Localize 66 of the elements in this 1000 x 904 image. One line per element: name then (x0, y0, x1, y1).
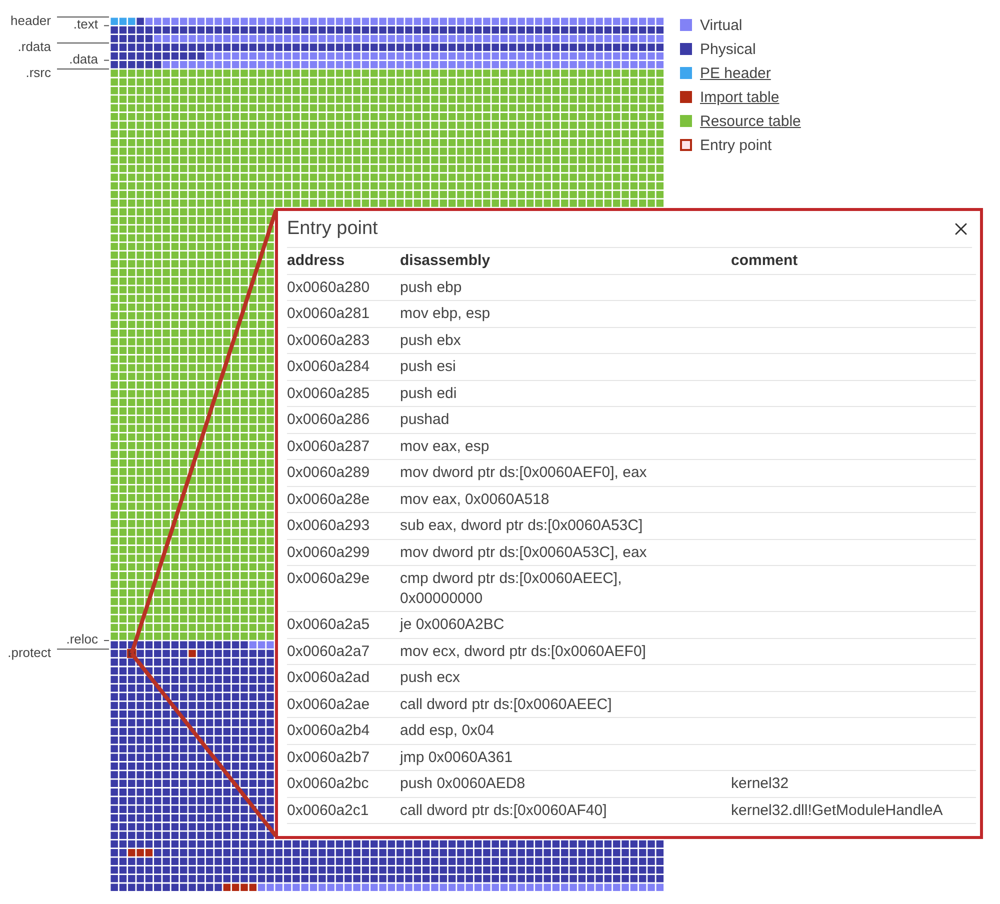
section-label: .reloc (66, 632, 98, 647)
disassembly-cell: cmp dword ptr ds:[0x0060AEEC], 0x00000000 (400, 566, 731, 612)
disassembly-cell: jmp 0x0060A361 (400, 744, 731, 770)
disassembly-cell: mov ecx, dword ptr ds:[0x0060AEF0] (400, 638, 731, 664)
address-cell: 0x0060a280 (287, 274, 400, 300)
section-label: .rsrc (26, 64, 51, 80)
address-cell: 0x0060a28e (287, 486, 400, 512)
disassembly-cell: call dword ptr ds:[0x0060AF40] (400, 797, 731, 824)
address-cell: 0x0060a2a5 (287, 612, 400, 638)
address-cell: 0x0060a2ad (287, 664, 400, 691)
disassembly-cell: sub eax, dword ptr ds:[0x0060A53C] (400, 512, 731, 539)
leader-line (56, 42, 110, 44)
address-cell: 0x0060a299 (287, 539, 400, 566)
legend-label: Virtual (700, 16, 742, 34)
section-label: .text (73, 16, 98, 32)
address-cell: 0x0060a285 (287, 380, 400, 406)
address-cell: 0x0060a293 (287, 512, 400, 539)
disassembly-cell: je 0x0060A2BC (400, 612, 731, 638)
address-cell: 0x0060a2b7 (287, 744, 400, 770)
legend-label: Physical (700, 40, 756, 58)
disassembly-cell: push ebx (400, 327, 731, 354)
address-cell: 0x0060a287 (287, 433, 400, 460)
popup-title: Entry point (287, 218, 378, 240)
address-cell: 0x0060a284 (287, 354, 400, 380)
legend-link[interactable]: PE header (700, 64, 771, 82)
comment-cell: kernel32 (731, 770, 976, 797)
leader-line (104, 640, 110, 642)
address-cell: 0x0060a2ae (287, 691, 400, 718)
disassembly-cell: add esp, 0x04 (400, 718, 731, 744)
disassembly-cell: push edi (400, 380, 731, 406)
disassembly-cell: push ebp (400, 274, 731, 300)
legend-link[interactable]: Import table (700, 88, 780, 106)
leader-line (56, 68, 110, 70)
disassembly-cell: mov dword ptr ds:[0x0060A53C], eax (400, 539, 731, 566)
address-cell: 0x0060a289 (287, 460, 400, 486)
disassembly-cell: mov ebp, esp (400, 300, 731, 327)
address-cell: 0x0060a2b4 (287, 718, 400, 744)
leader-line (56, 648, 110, 650)
disassembly-cell: push ecx (400, 664, 731, 691)
section-label: .protect (8, 645, 51, 660)
address-cell: 0x0060a2bc (287, 770, 400, 797)
section-label: header (10, 13, 51, 28)
leader-line (104, 60, 110, 61)
address-cell: 0x0060a281 (287, 300, 400, 327)
disassembly-cell: push esi (400, 354, 731, 380)
comment-cell: kernel32.dll!GetModuleHandleA (731, 797, 976, 824)
address-cell: 0x0060a283 (287, 327, 400, 354)
disassembly-cell: push 0x0060AED8 (400, 770, 731, 797)
disassembly-cell: pushad (400, 406, 731, 433)
address-cell: 0x0060a29e (287, 566, 400, 612)
disassembly-cell: mov eax, esp (400, 433, 731, 460)
leader-line (56, 16, 110, 18)
leader-line (104, 25, 110, 26)
column-header: address (287, 248, 400, 274)
address-cell: 0x0060a2c1 (287, 797, 400, 824)
column-header: disassembly (400, 248, 731, 274)
legend-link[interactable]: Resource table (700, 112, 801, 130)
legend-label: Entry point (700, 136, 772, 154)
disassembly-cell: mov eax, 0x0060A518 (400, 486, 731, 512)
address-cell: 0x0060a2a7 (287, 638, 400, 664)
section-label: .rdata (18, 38, 51, 54)
section-label: .data (69, 51, 98, 66)
disassembly-cell: call dword ptr ds:[0x0060AEEC] (400, 691, 731, 718)
column-header: comment (731, 248, 976, 274)
address-cell: 0x0060a286 (287, 406, 400, 433)
disassembly-cell: mov dword ptr ds:[0x0060AEF0], eax (400, 460, 731, 486)
